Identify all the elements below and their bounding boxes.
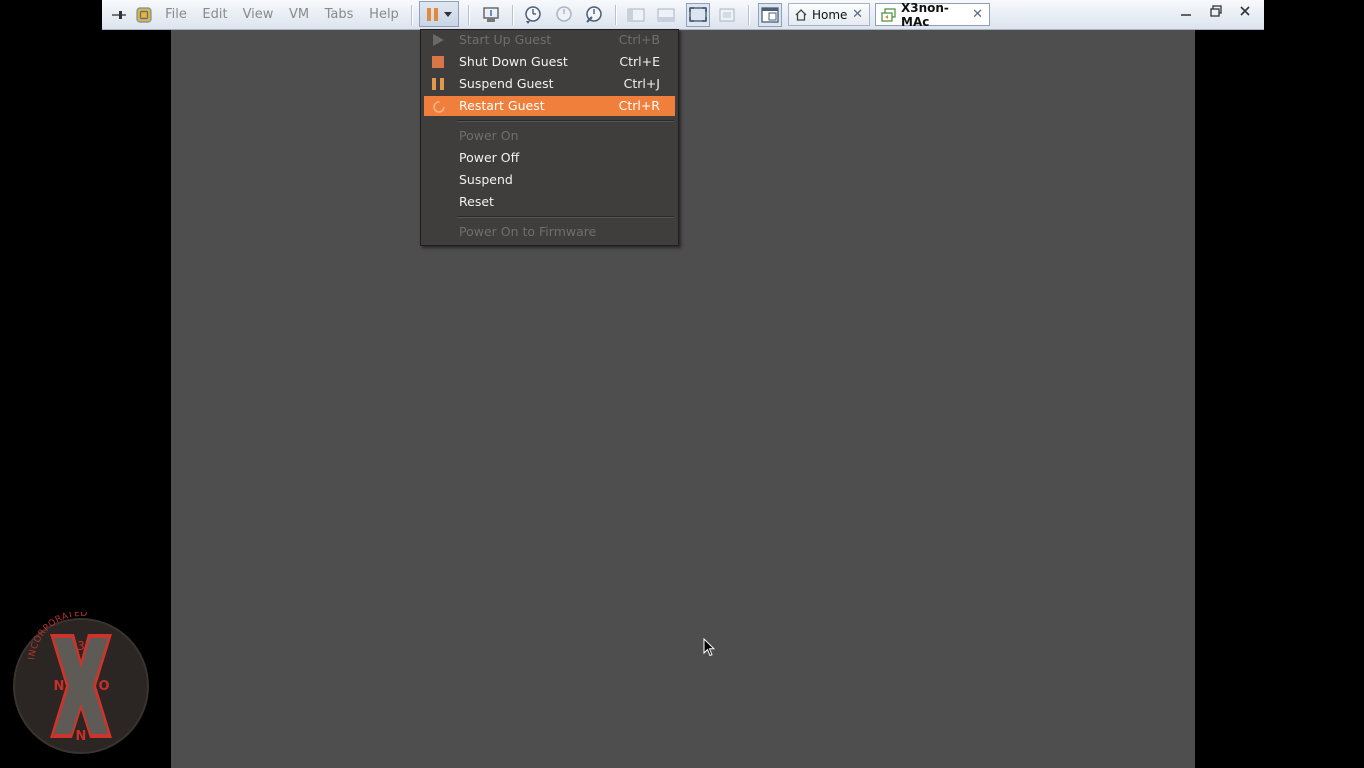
menu-item-start-up-guest[interactable]: Start Up Guest Ctrl+B [424,30,675,50]
unity-icon [717,5,737,25]
toolbar-separator [512,5,514,25]
menu-item-label: Start Up Guest [459,32,552,47]
svg-text:N: N [76,729,87,744]
menu-item-label: Suspend [459,172,513,187]
svg-text:O: O [98,679,109,694]
pause-icon [426,7,431,21]
minimize-icon[interactable] [1177,5,1195,23]
close-icon[interactable]: ✕ [852,7,863,22]
revert-snapshot-icon [554,5,574,25]
play-icon [432,34,444,46]
vm-icon [881,7,897,22]
window-close-icon[interactable] [1236,5,1254,23]
toolbar: File Edit View VM Tabs Help Home ✕ X3non… [102,0,1264,30]
stop-icon [432,56,444,68]
tab-label: Home [812,7,848,22]
snapshot-manager-icon[interactable] [584,5,604,25]
menu-view[interactable]: View [243,0,274,29]
power-menu: Start Up Guest Ctrl+B Shut Down Guest Ct… [420,29,679,246]
menu-item-shortcut: Ctrl+J [623,76,660,91]
menu-item-reset[interactable]: Reset [424,192,675,212]
console-view-icon[interactable] [758,3,782,27]
menu-item-label: Shut Down Guest [459,54,568,69]
logo: INCORPORATED 3 N O N [12,609,150,760]
show-library-icon [626,5,646,25]
menu-item-suspend[interactable]: Suspend [424,170,675,190]
pause-icon [432,78,444,90]
menu-item-power-on[interactable]: Power On [424,126,675,146]
tab-vm[interactable]: X3non-MAc ✕ [875,0,990,29]
vm-display[interactable] [171,30,1195,768]
thumbnail-bar-icon [656,5,676,25]
tab-home[interactable]: Home ✕ [788,3,870,26]
chevron-down-icon [443,11,452,17]
menu-vm[interactable]: VM [288,0,310,29]
pin-icon[interactable] [110,0,128,29]
menu-item-restart-guest[interactable]: Restart Guest Ctrl+R [424,96,675,116]
menu-item-power-on-to-firmware[interactable]: Power On to Firmware [424,222,675,242]
menu-item-label: Restart Guest [459,98,545,113]
menu-item-label: Suspend Guest [459,76,554,91]
power-dropdown-button[interactable] [419,1,459,27]
menu-item-label: Power Off [459,150,520,165]
toolbar-separator [748,5,750,25]
menu-separator [457,216,674,218]
menu-file[interactable]: File [164,0,188,29]
menu-separator [457,120,674,122]
menu-edit[interactable]: Edit [202,0,228,29]
menu-item-suspend-guest[interactable]: Suspend Guest Ctrl+J [424,74,675,94]
send-ctrl-alt-del-icon[interactable] [481,5,501,25]
menu-item-shortcut: Ctrl+B [618,32,660,47]
restart-icon [432,100,445,113]
svg-text:N: N [54,679,65,694]
toolbar-separator [615,5,617,25]
menu-help[interactable]: Help [369,0,399,29]
menu-item-shortcut: Ctrl+E [619,54,660,69]
home-icon [794,8,808,22]
menu-item-shut-down-guest[interactable]: Shut Down Guest Ctrl+E [424,52,675,72]
vmware-logo-icon[interactable] [135,0,153,29]
full-screen-icon[interactable] [686,3,710,27]
svg-text:3: 3 [77,639,85,653]
menu-item-power-off[interactable]: Power Off [424,148,675,168]
menu-tabs[interactable]: Tabs [324,0,354,29]
restore-icon[interactable] [1207,5,1225,23]
tab-label: X3non-MAc [901,0,949,29]
menu-item-shortcut: Ctrl+R [618,98,660,113]
snapshot-icon[interactable] [523,5,543,25]
menu-item-label: Power On to Firmware [459,224,597,239]
menu-item-label: Power On [459,128,519,143]
toolbar-separator [411,5,413,25]
close-icon[interactable]: ✕ [972,7,983,22]
menu-item-label: Reset [459,194,494,209]
toolbar-separator [468,5,470,25]
mouse-cursor-icon [703,637,716,660]
